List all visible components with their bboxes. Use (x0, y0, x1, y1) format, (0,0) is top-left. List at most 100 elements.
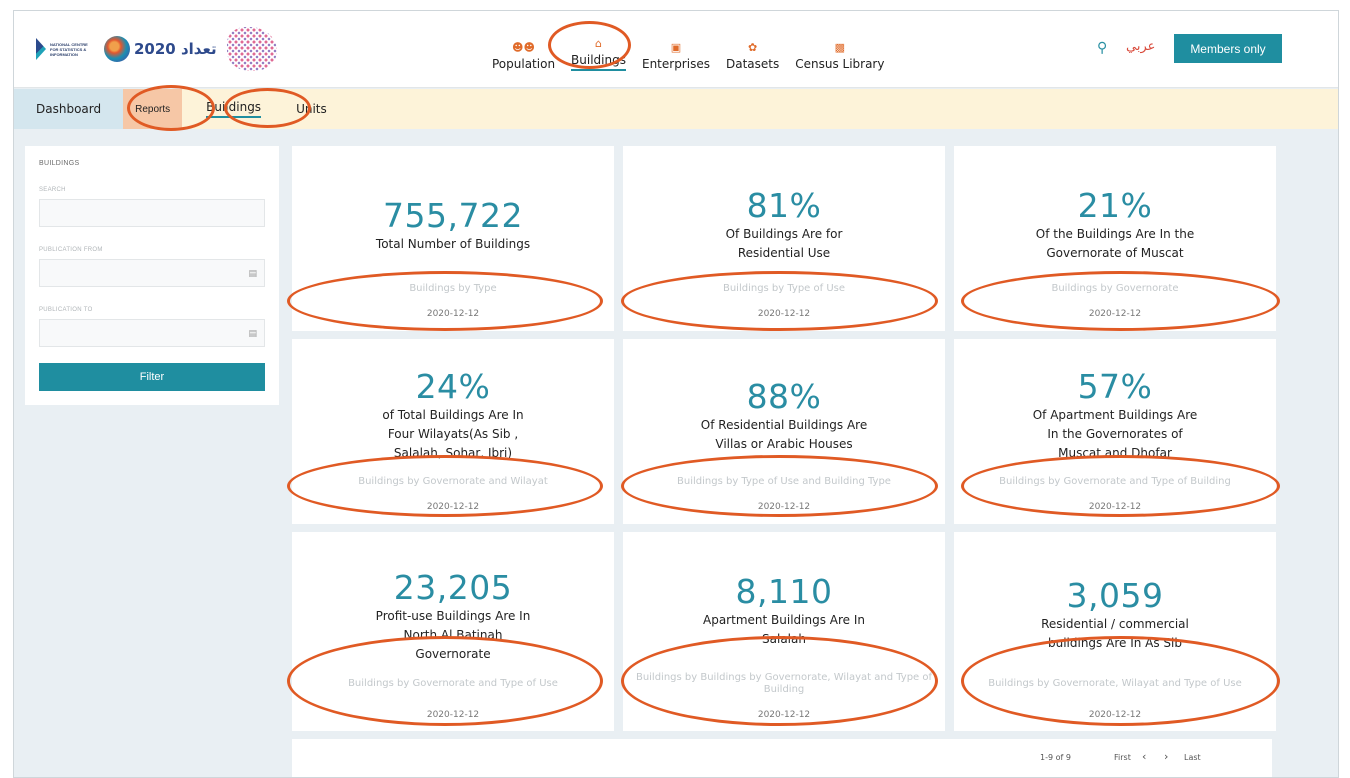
card-category-link[interactable]: Buildings by Governorate, Wilayat and Ty… (954, 678, 1276, 690)
card-description: Of Residential Buildings Are Villas or A… (700, 418, 868, 451)
ncsi-logo[interactable]: NATIONAL CENTRE FOR STATISTICS & INFORMA… (36, 38, 94, 60)
main-nav: ☻☻ Population ⌂ Buildings ▣ Enterprises … (484, 19, 892, 79)
report-card[interactable]: 88% Of Residential Buildings Are Villas … (623, 339, 945, 524)
card-description: Apartment Buildings Are In Salalah (703, 613, 865, 646)
card-description: Of the Buildings Are In the Governorate … (1035, 227, 1195, 260)
report-card[interactable]: 21% Of the Buildings Are In the Governor… (954, 146, 1276, 331)
card-date: 2020-12-12 (757, 309, 811, 319)
card-category-link[interactable]: Buildings by Governorate and Wilayat (292, 476, 614, 488)
publication-to-label: PUBLICATION TO (39, 307, 93, 313)
report-card[interactable]: 24% of Total Buildings Are In Four Wilay… (292, 339, 614, 524)
card-value: 755,722 (383, 196, 523, 235)
people-icon: ☻☻ (512, 41, 535, 54)
nav-population[interactable]: ☻☻ Population (484, 19, 563, 71)
card-description: Profit-use Buildings Are In North Al Bat… (375, 609, 531, 661)
tab-reports-label: Reports (135, 103, 171, 115)
nav-label: Datasets (725, 57, 780, 71)
pagination-bar: 1-9 of 9 First ‹ › Last (292, 739, 1272, 777)
library-icon: ▩ (834, 41, 846, 54)
card-date: 2020-12-12 (426, 309, 480, 319)
sidebar-title: BUILDINGS (39, 160, 80, 167)
calendar-icon[interactable]: ▤ (248, 268, 257, 279)
app-window: NATIONAL CENTRE FOR STATISTICS & INFORMA… (13, 10, 1339, 778)
card-date: 2020-12-12 (426, 710, 480, 720)
tab-units-label: Units (296, 102, 327, 116)
nav-datasets[interactable]: ✿ Datasets (718, 19, 787, 71)
card-category-link[interactable]: Buildings by Type of Use (623, 283, 945, 295)
report-card[interactable]: 3,059 Residential / commercial buildings… (954, 532, 1276, 731)
card-date: 2020-12-12 (1088, 309, 1142, 319)
card-value: 57% (1077, 367, 1153, 406)
card-value: 24% (415, 367, 491, 406)
publication-to-field[interactable]: ▤ (39, 319, 265, 347)
tab-dashboard[interactable]: Dashboard (14, 89, 124, 129)
search-icon[interactable]: ⚲ (1097, 39, 1107, 56)
tab-dashboard-label: Dashboard (36, 102, 102, 116)
publication-from-field[interactable]: ▤ (39, 259, 265, 287)
search-label: SEARCH (39, 187, 66, 193)
result-count: 1-9 of 9 (1040, 753, 1071, 762)
nav-label: Census Library (795, 57, 885, 71)
report-card[interactable]: 81% Of Buildings Are for Residential Use… (623, 146, 945, 331)
nav-label: Buildings (571, 53, 626, 71)
card-description: Total Number of Buildings (375, 237, 531, 251)
publication-from-label: PUBLICATION FROM (39, 247, 103, 253)
ncsi-mark-icon (36, 38, 46, 60)
card-category-link[interactable]: Buildings by Buildings by Governorate, W… (623, 672, 945, 696)
top-header: NATIONAL CENTRE FOR STATISTICS & INFORMA… (14, 11, 1338, 88)
card-value: 81% (746, 186, 822, 225)
census-globe-icon (104, 36, 130, 62)
card-value: 3,059 (1066, 576, 1164, 615)
report-card[interactable]: 755,722 Total Number of Buildings Buildi… (292, 146, 614, 331)
card-date: 2020-12-12 (1088, 710, 1142, 720)
logo-group[interactable]: NATIONAL CENTRE FOR STATISTICS & INFORMA… (36, 25, 277, 73)
card-category-link[interactable]: Buildings by Type (292, 283, 614, 295)
card-description: Of Apartment Buildings Are In the Govern… (1032, 408, 1198, 460)
report-card[interactable]: 57% Of Apartment Buildings Are In the Go… (954, 339, 1276, 524)
report-card[interactable]: 23,205 Profit-use Buildings Are In North… (292, 532, 614, 731)
card-category-link[interactable]: Buildings by Governorate (954, 283, 1276, 295)
card-value: 21% (1077, 186, 1153, 225)
arabic-language-link[interactable]: عربي (1126, 39, 1155, 54)
card-description: Of Buildings Are for Residential Use (725, 227, 843, 260)
tab-reports[interactable]: Reports (123, 89, 183, 129)
nav-census-library[interactable]: ▩ Census Library (787, 19, 892, 71)
card-category-link[interactable]: Buildings by Governorate and Type of Use (292, 678, 614, 690)
tab-buildings[interactable]: Buildings (182, 89, 276, 129)
card-date: 2020-12-12 (426, 502, 480, 512)
ncsi-logo-text: NATIONAL CENTRE FOR STATISTICS & INFORMA… (50, 41, 88, 57)
sub-nav: Dashboard Reports Buildings Units (14, 89, 1338, 129)
census-logo[interactable]: تعداد 2020 (104, 36, 217, 62)
filter-button[interactable]: Filter (39, 363, 265, 391)
card-category-link[interactable]: Buildings by Type of Use and Building Ty… (623, 476, 945, 488)
tab-buildings-label: Buildings (206, 100, 262, 118)
dataset-icon: ✿ (747, 41, 758, 54)
card-description: Residential / commercial buildings Are I… (1041, 617, 1189, 650)
nav-enterprises[interactable]: ▣ Enterprises (634, 19, 718, 71)
tab-units[interactable]: Units (276, 89, 342, 129)
card-category-link[interactable]: Buildings by Governorate and Type of Bui… (954, 476, 1276, 488)
first-page-link[interactable]: First (1114, 753, 1131, 762)
card-value: 88% (746, 377, 822, 416)
card-date: 2020-12-12 (1088, 502, 1142, 512)
next-page-icon[interactable]: › (1164, 750, 1168, 763)
dotted-logo-icon (226, 27, 277, 71)
card-value: 8,110 (735, 572, 833, 611)
card-value: 23,205 (393, 568, 513, 607)
nav-label: Population (492, 57, 556, 71)
nav-label: Enterprises (641, 57, 710, 71)
house-icon: ⌂ (595, 37, 602, 50)
nav-buildings[interactable]: ⌂ Buildings (563, 19, 634, 71)
prev-page-icon[interactable]: ‹ (1142, 750, 1146, 763)
census-logo-text: تعداد 2020 (134, 40, 217, 58)
card-date: 2020-12-12 (757, 502, 811, 512)
filter-sidebar: BUILDINGS SEARCH PUBLICATION FROM ▤ PUBL… (25, 146, 279, 405)
last-page-link[interactable]: Last (1184, 753, 1201, 762)
members-only-button[interactable]: Members only (1174, 34, 1282, 63)
factory-icon: ▣ (670, 41, 682, 54)
report-card[interactable]: 8,110 Apartment Buildings Are In Salalah… (623, 532, 945, 731)
search-input[interactable] (39, 199, 265, 227)
card-date: 2020-12-12 (757, 710, 811, 720)
card-description: of Total Buildings Are In Four Wilayats(… (382, 408, 524, 460)
calendar-icon[interactable]: ▤ (248, 328, 257, 339)
